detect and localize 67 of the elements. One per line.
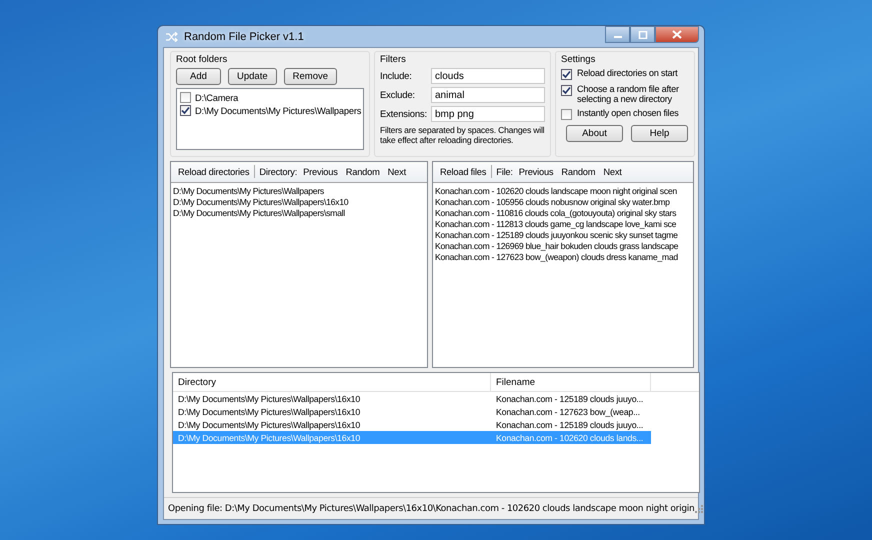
checkbox[interactable] [561,69,572,80]
column-header[interactable]: Directory [173,373,491,392]
close-icon [672,30,682,39]
checkbox[interactable] [561,85,572,96]
filter-input[interactable]: animal [431,87,545,103]
filter-note: Filters are separated by spaces. Changes will take effect after reloading directories. [380,125,545,145]
nav-button[interactable]: Random [342,166,384,177]
filter-input[interactable]: clouds [431,68,545,84]
directory-cell-text: D:\My Documents\My Pictures\Wallpapers\16x10 [177,432,362,443]
group-label: Settings [561,54,596,65]
file-item[interactable]: Konachan.com - 127623 bow_(weapon) clouds dress kaname_mad [435,252,691,263]
checkbox[interactable] [561,109,572,120]
maximize-button[interactable] [630,26,655,43]
shuffle-icon [166,32,178,42]
group-label: Root folders [176,54,228,65]
nav-button[interactable]: Previous [299,166,342,177]
nav-button[interactable]: Next [384,166,410,177]
file-item[interactable]: Konachan.com - 126969 blue_hair bokuden clouds grass landscape [435,240,691,252]
file-item[interactable]: Konachan.com - 105956 clouds nobusnow original sky water.bmp [435,196,691,208]
directory-cell-text: D:\My Documents\My Pictures\Wallpapers\16x10 [177,406,362,417]
field-label: Exclude: [380,90,416,100]
directory-item[interactable]: D:\My Documents\My Pictures\Wallpapers\16x10 [173,196,426,208]
maximize-icon [638,30,648,38]
directory-item[interactable]: D:\My Documents\My Pictures\Wallpapers [173,186,426,197]
field-label: Extensions: [380,108,428,120]
folder-button[interactable]: Add [176,68,221,85]
filename-cell-text: Konachan.com - 125189 clouds juuyo... [495,420,644,430]
minimize-button[interactable] [605,26,630,43]
group-label: Filters [380,54,407,65]
nav-label: Directory: [258,166,298,177]
close-button[interactable] [655,26,699,43]
option-label: Reload directories on start [577,68,679,78]
file-item[interactable]: Konachan.com - 112813 clouds game_cg landscape love_kami sce [435,218,691,230]
reload-button[interactable]: Reload files [436,166,490,177]
field-label: Include: [380,70,413,82]
nav-button[interactable]: Next [599,166,626,177]
file-item[interactable]: Konachan.com - 102620 clouds landscape moon night original scen [435,186,691,197]
column-header[interactable]: Filename [491,373,651,392]
option-label: Choose a random file after selecting a new directory [577,84,680,104]
filter-input[interactable]: bmp png [431,106,545,122]
nav-button[interactable]: Random [557,166,600,177]
window-title: Random File Picker v1.1 [184,30,304,42]
history-row[interactable]: D:\My Documents\My Pictures\Wallpapers\16x10 Konachan.com - 127623 bow_(weap... [173,405,651,418]
option-label: Instantly open chosen files [577,108,680,118]
status-text: Opening file: D:\My Documents\My Pictures\Wallpapers\16x10\Konachan.com - 102620 clouds landscape moon night origin [168,504,695,514]
reload-button[interactable]: Reload directories [174,166,254,177]
checkbox[interactable] [180,92,191,103]
settings-button[interactable]: Help [631,125,688,142]
folder-path[interactable]: D:\Camera [195,92,238,102]
nav-button[interactable]: Previous [514,166,558,177]
checkbox[interactable] [180,105,191,116]
directory-item[interactable]: D:\My Documents\My Pictures\Wallpapers\small [173,208,426,219]
filename-cell-text: Konachan.com - 125189 clouds juuyo... [495,394,644,404]
folder-button[interactable]: Update [228,68,277,85]
history-row[interactable]: D:\My Documents\My Pictures\Wallpapers\16x10 Konachan.com - 125189 clouds juuyo... [173,392,651,406]
resize-grip-icon[interactable] [694,504,703,513]
history-row[interactable]: D:\My Documents\My Pictures\Wallpapers\16x10 Konachan.com - 125189 clouds juuyo... [173,418,651,432]
settings-button[interactable]: About [566,125,623,142]
directory-cell-text: D:\My Documents\My Pictures\Wallpapers\16x10 [177,420,362,430]
file-item[interactable]: Konachan.com - 110816 clouds cola_(gotouyouta) original sky stars [435,208,691,219]
directory-cell-text: D:\My Documents\My Pictures\Wallpapers\16x10 [177,394,362,404]
nav-label: File: [495,166,514,177]
filename-cell-text: Konachan.com - 127623 bow_(weap... [495,406,641,417]
folder-path[interactable]: D:\My Documents\My Pictures\Wallpapers [195,106,362,116]
filename-cell-text: Konachan.com - 102620 clouds lands... [495,432,644,443]
file-item[interactable]: Konachan.com - 125189 clouds juuyonkou scenic sky sunset tagme [435,230,691,241]
folder-button[interactable]: Remove [284,68,338,85]
